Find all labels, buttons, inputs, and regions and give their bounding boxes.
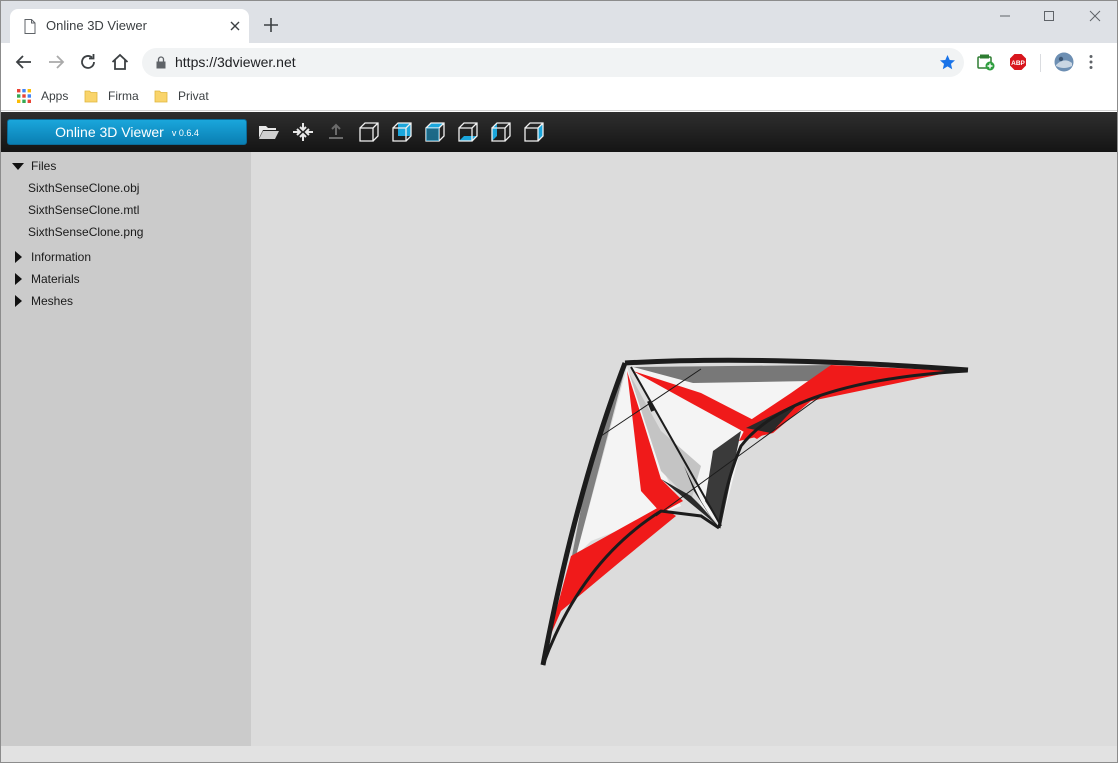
bottom-view-icon[interactable] — [457, 122, 479, 142]
status-strip — [1, 746, 1117, 762]
tab-title: Online 3D Viewer — [46, 18, 147, 33]
back-arrow-icon[interactable] — [13, 51, 35, 73]
bookmark-star-icon[interactable] — [939, 54, 956, 71]
3d-viewport[interactable] — [251, 152, 1117, 746]
screenshot-extension-icon[interactable] — [977, 53, 995, 71]
folder-icon — [84, 90, 98, 103]
front-view-icon[interactable] — [358, 122, 380, 142]
folder-icon — [154, 90, 168, 103]
app-version: v 0.6.4 — [171, 128, 199, 138]
kite-model — [540, 357, 969, 666]
app-title: Online 3D Viewer — [55, 124, 164, 140]
app-title-button[interactable]: Online 3D Viewer v 0.6.4 — [7, 119, 247, 145]
file-item[interactable]: SixthSenseClone.mtl — [28, 202, 139, 218]
adblock-icon[interactable]: ABP — [1009, 53, 1027, 71]
bookmarks-bar: Apps Firma Privat — [1, 81, 1117, 111]
svg-text:ABP: ABP — [1011, 60, 1025, 67]
back-view-icon[interactable] — [391, 122, 413, 142]
tree-group-meshes[interactable]: Meshes — [12, 292, 73, 310]
sidebar: Files SixthSenseClone.obj SixthSenseClon… — [1, 152, 251, 746]
collapsed-arrow-icon — [15, 251, 22, 263]
tree-group-label: Files — [31, 159, 57, 173]
close-window-icon[interactable] — [1084, 6, 1106, 26]
fit-to-window-icon[interactable] — [292, 122, 314, 142]
app-header: Online 3D Viewer v 0.6.4 — [1, 112, 1117, 152]
right-view-icon[interactable] — [523, 122, 545, 142]
page-icon — [24, 19, 36, 34]
home-icon[interactable] — [109, 51, 131, 73]
tree-group-files[interactable]: Files — [12, 157, 56, 175]
new-tab-icon[interactable] — [262, 16, 280, 34]
tree-group-materials[interactable]: Materials — [12, 270, 80, 288]
collapsed-arrow-icon — [15, 273, 22, 285]
expanded-arrow-icon — [12, 163, 24, 170]
collapsed-arrow-icon — [15, 295, 22, 307]
open-folder-icon[interactable] — [258, 122, 280, 142]
bookmark-apps[interactable]: Apps — [17, 86, 68, 106]
profile-avatar-icon[interactable] — [1054, 52, 1074, 72]
bookmark-label: Privat — [178, 89, 209, 103]
bookmark-label: Apps — [41, 89, 69, 103]
reload-icon[interactable] — [77, 51, 99, 73]
tab-strip: Online 3D Viewer — [1, 1, 1117, 43]
set-up-vector-icon[interactable] — [325, 122, 347, 142]
tree-group-information[interactable]: Information — [12, 248, 91, 266]
tab-online-3d-viewer[interactable]: Online 3D Viewer — [10, 9, 249, 43]
apps-grid-icon — [17, 89, 31, 103]
tree-group-label: Materials — [31, 272, 80, 286]
top-view-icon[interactable] — [424, 122, 446, 142]
left-view-icon[interactable] — [490, 122, 512, 142]
browser-window: Online 3D Viewer https://3dviewer.net AB… — [0, 0, 1118, 763]
bookmark-privat[interactable]: Privat — [154, 86, 209, 106]
bookmark-firma[interactable]: Firma — [84, 86, 139, 106]
lock-icon — [156, 56, 166, 69]
address-bar[interactable]: https://3dviewer.net — [142, 48, 964, 77]
maximize-icon[interactable] — [1038, 6, 1060, 26]
toolbar-separator — [1040, 54, 1041, 72]
file-item[interactable]: SixthSenseClone.png — [28, 224, 143, 240]
tree-group-label: Information — [31, 250, 92, 264]
bookmark-label: Firma — [108, 89, 139, 103]
minimize-icon[interactable] — [994, 6, 1016, 26]
tree-group-label: Meshes — [31, 294, 74, 308]
forward-arrow-icon[interactable] — [45, 51, 67, 73]
file-item[interactable]: SixthSenseClone.obj — [28, 180, 139, 196]
close-tab-icon[interactable] — [227, 18, 243, 34]
browser-toolbar: https://3dviewer.net ABP — [1, 43, 1117, 81]
more-menu-icon[interactable] — [1088, 54, 1094, 70]
url-text: https://3dviewer.net — [175, 54, 296, 70]
